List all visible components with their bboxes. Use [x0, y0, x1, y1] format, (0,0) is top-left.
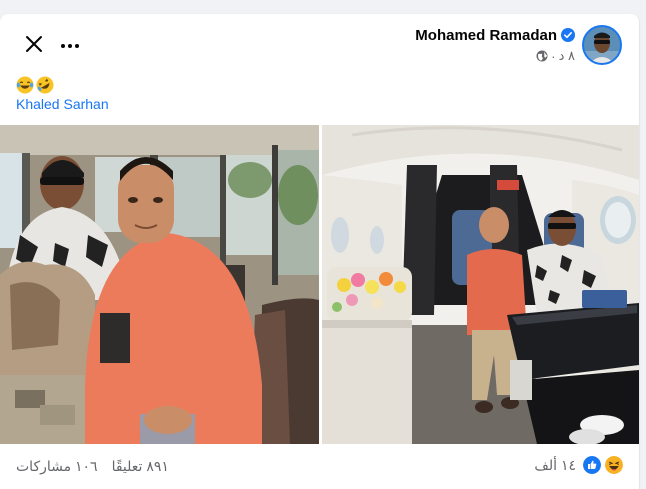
post-photo-2[interactable]	[322, 125, 639, 444]
post-text-emojis	[16, 76, 54, 96]
like-reaction-icon	[583, 456, 601, 474]
engagement-stats: ٨٩١ تعليقًا ١٠٦ مشاركات	[16, 458, 169, 475]
van-interior-photo	[0, 125, 319, 444]
post-time[interactable]: ٨ د	[559, 48, 575, 64]
haha-reaction-icon	[605, 456, 623, 474]
reactions-summary[interactable]: ١٤ ألف	[534, 456, 623, 474]
verified-badge-icon	[561, 28, 575, 42]
reactions-count: ١٤ ألف	[534, 456, 576, 473]
close-button[interactable]	[24, 34, 44, 54]
shares-count[interactable]: ١٠٦ مشاركات	[16, 458, 98, 475]
separator-dot: ·	[551, 48, 556, 64]
rolling-on-floor-laughing-icon	[36, 76, 54, 94]
face-with-tears-of-joy-icon	[16, 76, 34, 94]
author-name[interactable]: Mohamed Ramadan	[415, 27, 557, 44]
comments-count[interactable]: ٨٩١ تعليقًا	[112, 458, 169, 475]
jet-interior-photo	[322, 125, 639, 444]
post-card: Mohamed Ramadan ٨ د · Khaled Sarhan ١٤ أ…	[0, 14, 639, 489]
close-icon	[26, 36, 42, 52]
post-meta: ٨ د ·	[536, 48, 575, 64]
post-footer: ١٤ ألف ٨٩١ تعليقًا ١٠٦ مشاركات	[0, 444, 639, 489]
globe-icon	[536, 50, 548, 62]
author-avatar[interactable]	[582, 25, 622, 65]
mention-link[interactable]: Khaled Sarhan	[16, 96, 109, 112]
post-photo-1[interactable]	[0, 125, 319, 444]
more-icon	[61, 44, 79, 48]
more-options-button[interactable]	[60, 38, 80, 48]
